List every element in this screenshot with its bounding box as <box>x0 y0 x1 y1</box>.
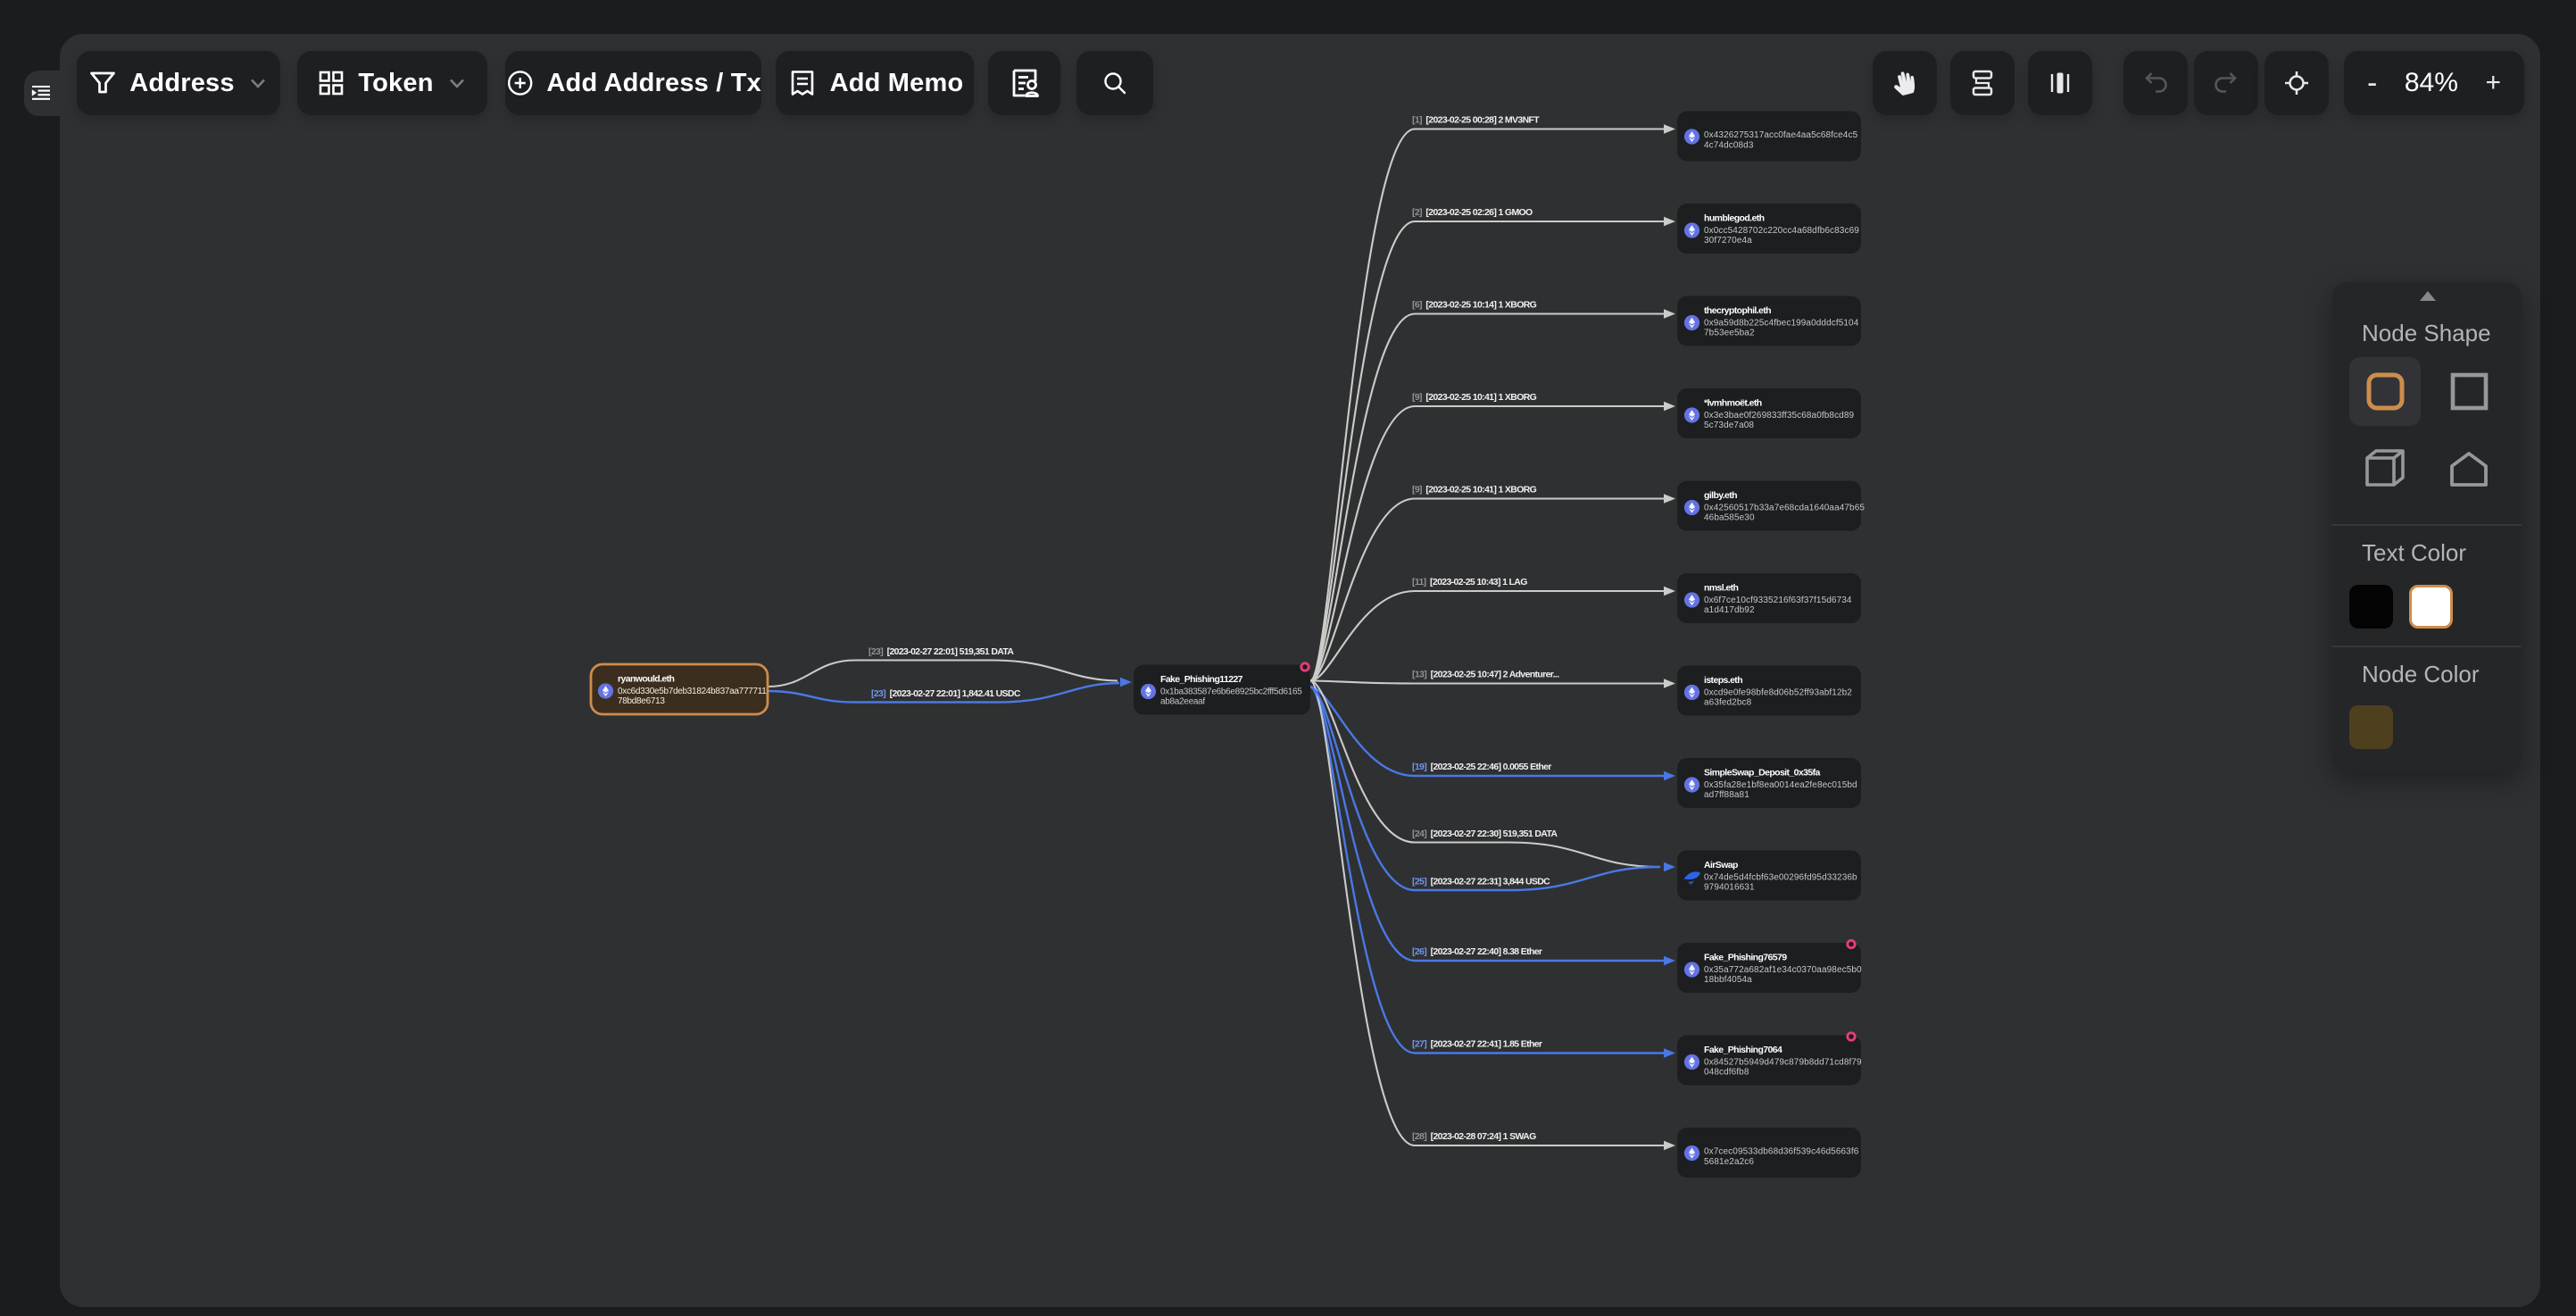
svg-text:7b53ee5ba2: 7b53ee5ba2 <box>1704 329 1755 338</box>
svg-text:ab8a2eeaaf: ab8a2eeaaf <box>1160 697 1205 707</box>
svg-text:0x35fa28e1bf8ea0014ea2fe8ec015: 0x35fa28e1bf8ea0014ea2fe8ec015bd <box>1704 780 1857 790</box>
svg-text:AirSwap: AirSwap <box>1704 860 1738 870</box>
svg-text:0x74de5d4fcbf63e00296fd95d3323: 0x74de5d4fcbf63e00296fd95d33236b <box>1704 873 1857 883</box>
svg-text:78bd8e6713: 78bd8e6713 <box>618 696 665 706</box>
svg-text:0x6f7ce10cf9335216f63f37f15d67: 0x6f7ce10cf9335216f63f37f15d6734 <box>1704 596 1852 605</box>
svg-text:Fake_Phishing11227: Fake_Phishing11227 <box>1160 674 1243 685</box>
svg-text:[9] [2023-02-25 10:41] 1 XBOR: [9] [2023-02-25 10:41] 1 XBORG <box>1412 485 1537 496</box>
svg-text:*lvmhmoët.eth: *lvmhmoët.eth <box>1704 398 1762 409</box>
svg-text:0x0cc5428702c220cc4a68dfb6c83c: 0x0cc5428702c220cc4a68dfb6c83c69 <box>1704 226 1859 236</box>
svg-text:[11] [2023-02-25 10:43] 1 LAG: [11] [2023-02-25 10:43] 1 LAG <box>1412 577 1527 587</box>
svg-text:0x9a59d8b225c4fbec199a0dddcf51: 0x9a59d8b225c4fbec199a0dddcf5104 <box>1704 319 1859 329</box>
svg-text:9794016631: 9794016631 <box>1704 883 1755 893</box>
svg-text:[19] [2023-02-25 22:46] 0.005: [19] [2023-02-25 22:46] 0.0055 Ether <box>1412 762 1551 772</box>
svg-text:0x42560517b33a7e68cda1640aa47b: 0x42560517b33a7e68cda1640aa47b65 <box>1704 504 1865 513</box>
svg-text:18bbf4054a: 18bbf4054a <box>1704 975 1752 985</box>
svg-text:[26] [2023-02-27 22:40] 8.38: [26] [2023-02-27 22:40] 8.38 Ether <box>1412 946 1542 957</box>
svg-text:[13] [2023-02-25 10:47] 2 Adv: [13] [2023-02-25 10:47] 2 Adventurer... <box>1412 670 1559 680</box>
svg-text:a1d417db92: a1d417db92 <box>1704 605 1755 615</box>
svg-text:048cdf6fb8: 048cdf6fb8 <box>1704 1068 1749 1078</box>
svg-text:0xc6d330e5b7deb31824b837aa7777: 0xc6d330e5b7deb31824b837aa777711 <box>618 687 767 696</box>
svg-text:0x35a772a682af1e34c0370aa98ec5: 0x35a772a682af1e34c0370aa98ec5b0 <box>1704 965 1862 975</box>
svg-text:Fake_Phishing76579: Fake_Phishing76579 <box>1704 953 1787 963</box>
svg-text:0x3e3bae0f269833ff35c68a0fb8cd: 0x3e3bae0f269833ff35c68a0fb8cd89 <box>1704 411 1855 421</box>
svg-text:46ba585e30: 46ba585e30 <box>1704 513 1755 523</box>
svg-text:5681e2a2c6: 5681e2a2c6 <box>1704 1157 1754 1167</box>
svg-text:gilby.eth: gilby.eth <box>1704 490 1737 501</box>
svg-text:[2] [2023-02-25 02:26] 1 GMOO: [2] [2023-02-25 02:26] 1 GMOO <box>1412 207 1533 218</box>
svg-text:0x4326275317acc0fae4aa5c68fce4: 0x4326275317acc0fae4aa5c68fce4c5 <box>1704 130 1858 140</box>
svg-text:0x1ba383587e6b6e8925bc2fff5d61: 0x1ba383587e6b6e8925bc2fff5d6165 <box>1160 687 1302 697</box>
svg-text:thecryptophil.eth: thecryptophil.eth <box>1704 305 1771 316</box>
svg-text:0x7cec09533db68d36f539c46d5663: 0x7cec09533db68d36f539c46d5663f6 <box>1704 1147 1859 1157</box>
svg-text:[24] [2023-02-27 22:30] 519,3: [24] [2023-02-27 22:30] 519,351 DATA <box>1412 829 1558 839</box>
svg-text:Fake_Phishing7064: Fake_Phishing7064 <box>1704 1045 1782 1055</box>
svg-text:ryanwould.eth: ryanwould.eth <box>618 674 675 685</box>
svg-text:SimpleSwap_Deposit_0x35fa: SimpleSwap_Deposit_0x35fa <box>1704 768 1820 779</box>
svg-text:[23] [2023-02-27 22:01] 1,842: [23] [2023-02-27 22:01] 1,842.41 USDC <box>871 688 1021 699</box>
svg-text:[27] [2023-02-27 22:41] 1.85: [27] [2023-02-27 22:41] 1.85 Ether <box>1412 1039 1542 1050</box>
svg-text:5c73de7a08: 5c73de7a08 <box>1704 421 1754 430</box>
svg-text:nmsl.eth: nmsl.eth <box>1704 583 1739 594</box>
svg-text:[23] [2023-02-27 22:01] 519,3: [23] [2023-02-27 22:01] 519,351 DATA <box>868 646 1014 657</box>
svg-text:30f7270e4a: 30f7270e4a <box>1704 236 1752 246</box>
svg-text:humblegod.eth: humblegod.eth <box>1704 213 1765 224</box>
svg-text:[25] [2023-02-27 22:31] 3,844: [25] [2023-02-27 22:31] 3,844 USDC <box>1412 877 1550 887</box>
svg-text:[6] [2023-02-25 10:14] 1 XBOR: [6] [2023-02-25 10:14] 1 XBORG <box>1412 300 1537 311</box>
svg-text:a63fed2bc8: a63fed2bc8 <box>1704 698 1752 708</box>
svg-text:[1] [2023-02-25 00:28] 2 MV3N: [1] [2023-02-25 00:28] 2 MV3NFT <box>1412 115 1540 126</box>
svg-text:isteps.eth: isteps.eth <box>1704 675 1742 686</box>
svg-text:4c74dc08d3: 4c74dc08d3 <box>1704 140 1754 150</box>
svg-text:[9] [2023-02-25 10:41] 1 XBOR: [9] [2023-02-25 10:41] 1 XBORG <box>1412 392 1537 403</box>
svg-text:[28] [2023-02-28 07:24] 1 SWA: [28] [2023-02-28 07:24] 1 SWAG <box>1412 1131 1536 1142</box>
svg-text:0xcd9e0fe98bfe8d06b52ff93abf12: 0xcd9e0fe98bfe8d06b52ff93abf12b2 <box>1704 688 1852 698</box>
svg-text:ad7ff88a81: ad7ff88a81 <box>1704 790 1749 800</box>
svg-text:0x84527b5949d479c879b8dd71cd8f: 0x84527b5949d479c879b8dd71cd8f79 <box>1704 1058 1862 1068</box>
